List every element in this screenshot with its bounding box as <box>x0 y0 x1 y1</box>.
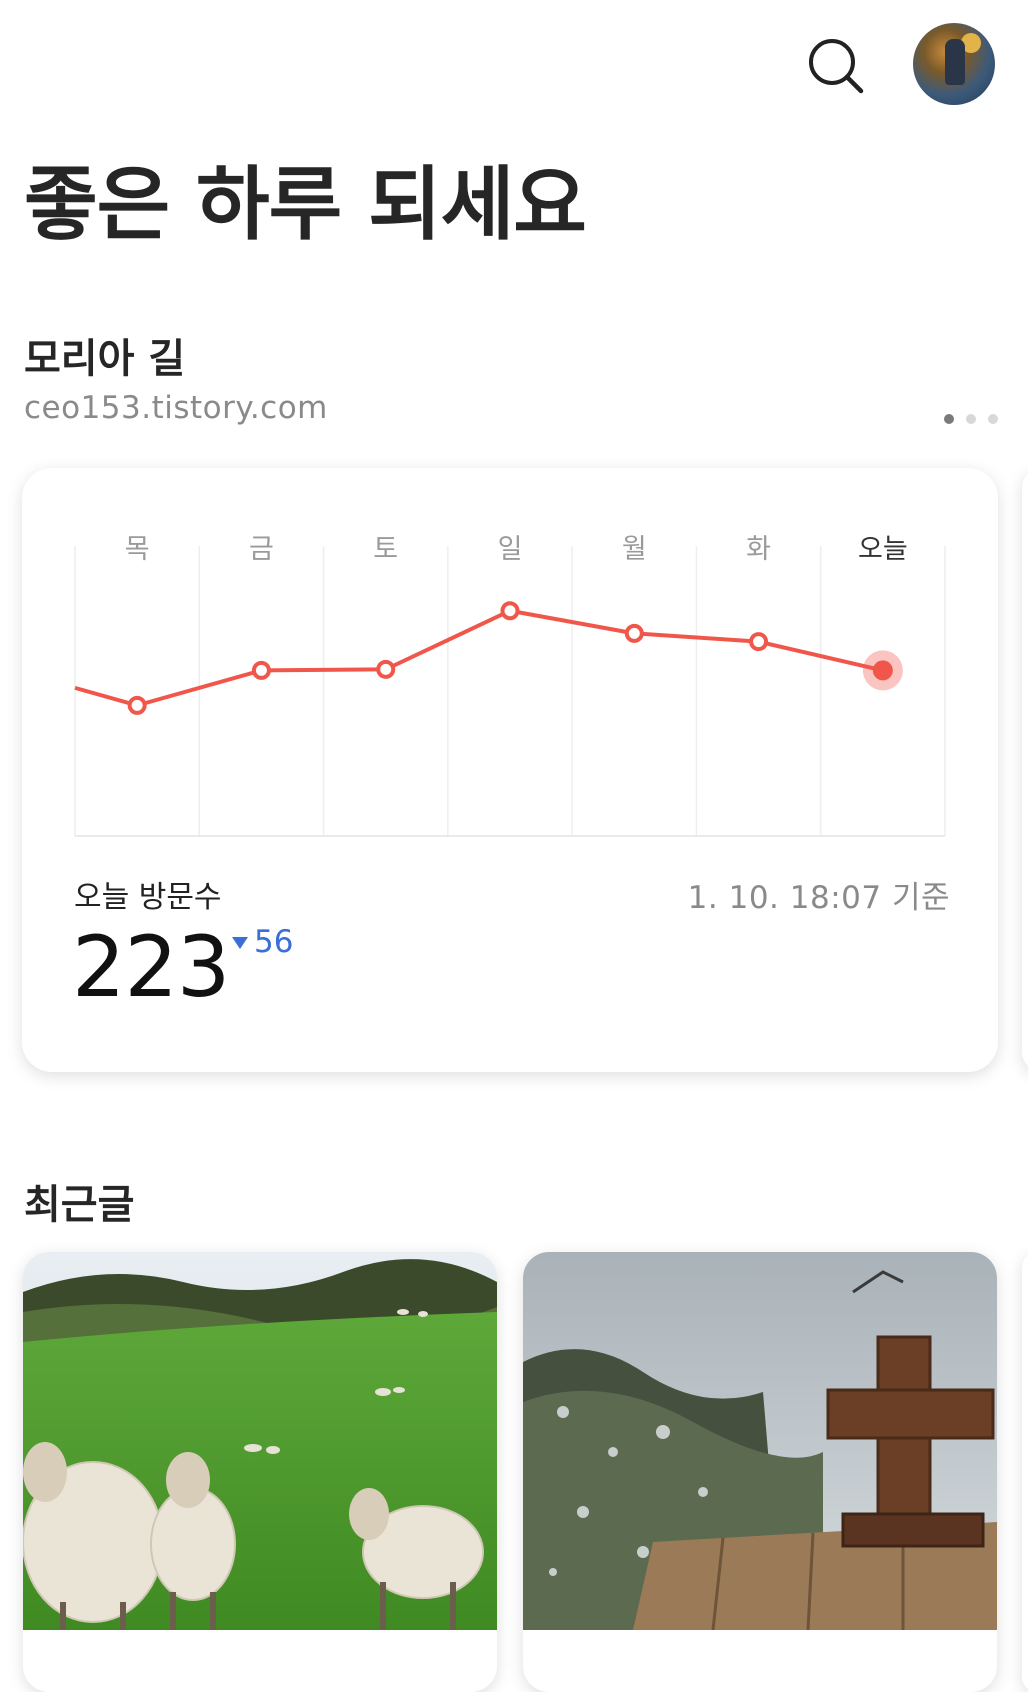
visitor-line-chart: 목 금 토 일 월 화 오늘 <box>74 534 946 837</box>
page-dot[interactable] <box>944 414 954 424</box>
chart-point <box>500 601 520 621</box>
today-visits-count: 223 <box>72 918 230 1016</box>
stats-timestamp: 1. 10. 18:07 기준 <box>687 880 950 916</box>
chart-tick-label: 월 <box>622 534 647 565</box>
chart-tick-label: 화 <box>746 534 771 565</box>
chart-tick-label: 목 <box>125 534 150 565</box>
visits-delta: 56 <box>232 924 293 960</box>
chart-tick-label: 금 <box>249 534 274 565</box>
profile-avatar[interactable] <box>913 23 995 105</box>
top-bar <box>0 0 1028 120</box>
chart-point <box>376 659 396 679</box>
blog-name[interactable]: 모리아 길 <box>24 326 185 384</box>
recent-post-card[interactable] <box>23 1252 497 1692</box>
chart-tick-label: 오늘 <box>858 534 908 565</box>
recent-posts-title: 최근글 <box>24 1182 135 1228</box>
sheep-on-green-hill-image <box>23 1252 497 1630</box>
today-visits-label: 오늘 방문수 <box>74 880 222 915</box>
chart-point <box>749 632 769 652</box>
blog-url[interactable]: ceo153.tistory.com <box>24 390 328 426</box>
chart-point <box>624 623 644 643</box>
chart-tick-label: 토 <box>373 534 398 565</box>
search-icon[interactable] <box>806 36 866 96</box>
page-dot[interactable] <box>966 414 976 424</box>
chart-tick-label: 일 <box>498 534 523 565</box>
recent-post-card[interactable] <box>1022 1252 1028 1692</box>
avatar-figure-shape <box>945 39 965 85</box>
chart-series-line <box>74 608 884 708</box>
recent-post-card[interactable] <box>523 1252 997 1692</box>
chart-point <box>251 660 271 680</box>
arrow-down-icon <box>232 937 248 949</box>
chart-point <box>127 695 147 715</box>
carousel-page-indicator <box>944 414 998 424</box>
chart-point <box>872 660 893 681</box>
wooden-cross-in-snow-image <box>523 1252 997 1630</box>
visits-delta-value: 56 <box>254 924 294 960</box>
visitor-stats-card[interactable]: 목 금 토 일 월 화 오늘 오늘 방문수 1. 10. 18:07 기준 223 56 <box>22 468 998 1072</box>
greeting-title: 좋은 하루 되세요 <box>24 158 587 251</box>
next-stats-card[interactable] <box>1022 468 1028 1072</box>
page-dot[interactable] <box>988 414 998 424</box>
